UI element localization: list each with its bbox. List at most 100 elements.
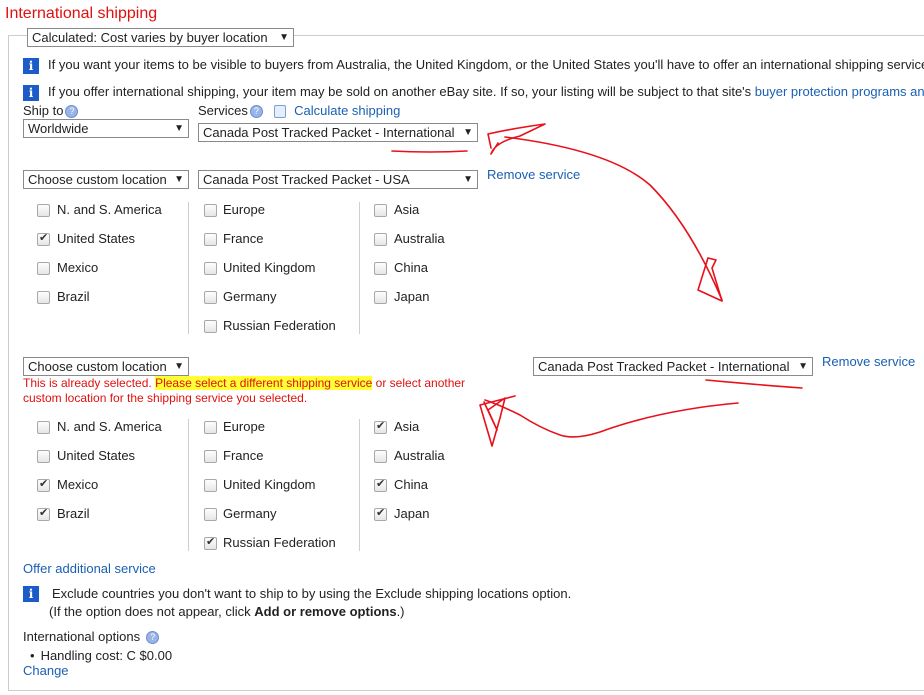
ship-to-select[interactable]: Worldwide ▼ xyxy=(23,119,189,138)
services-text: Services xyxy=(198,103,248,118)
location-label: France xyxy=(223,448,264,463)
location-label: Russian Federation xyxy=(223,535,336,550)
column-divider xyxy=(359,419,360,551)
location-checkbox[interactable] xyxy=(37,204,50,217)
location-label: United States xyxy=(57,448,136,463)
handling-cost-text: Handling cost: C $0.00 xyxy=(40,648,173,663)
info-icon: i xyxy=(23,58,39,74)
info-text-buyer-protection: If you offer international shipping, you… xyxy=(48,84,924,99)
service-value: Canada Post Tracked Packet - Internation… xyxy=(203,125,455,140)
location-label: Mexico xyxy=(57,260,99,275)
location-checkbox[interactable] xyxy=(204,320,217,333)
location-label: Brazil xyxy=(57,506,90,521)
location-checkbox[interactable] xyxy=(204,233,217,246)
exclude-text: Exclude countries you don't want to ship… xyxy=(52,586,572,601)
location-checkbox[interactable] xyxy=(374,477,387,492)
location-label: Japan xyxy=(394,506,430,521)
location-checkbox[interactable] xyxy=(204,479,217,492)
help-icon[interactable]: ? xyxy=(249,105,263,119)
location-checkbox[interactable] xyxy=(37,450,50,463)
chevron-down-icon: ▼ xyxy=(279,32,289,43)
location-checkbox[interactable] xyxy=(37,262,50,275)
bullet: • xyxy=(30,648,35,663)
location-label: Germany xyxy=(223,506,277,521)
change-link[interactable]: Change xyxy=(23,663,69,678)
location-checkbox[interactable] xyxy=(37,477,50,492)
section-title: International shipping xyxy=(5,5,158,22)
location-checkbox[interactable] xyxy=(37,421,50,434)
custom-location-select-3[interactable]: Choose custom location ▼ xyxy=(23,357,189,376)
info-icon: i xyxy=(23,586,39,602)
custom-location-value: Choose custom location xyxy=(28,172,167,187)
location-checkbox[interactable] xyxy=(204,291,217,304)
buyer-protection-link[interactable]: buyer protection programs and xyxy=(755,84,924,99)
info-text-visibility: If you want your items to be visible to … xyxy=(48,57,924,72)
ship-to-text: Ship to xyxy=(23,103,64,118)
custom-location-value: Choose custom location xyxy=(28,359,167,374)
location-checkbox[interactable] xyxy=(374,204,387,217)
location-checkbox[interactable] xyxy=(204,204,217,217)
ship-to-value: Worldwide xyxy=(28,121,89,136)
calculate-shipping-link[interactable]: Calculate shipping xyxy=(294,103,400,118)
chevron-down-icon: ▼ xyxy=(174,174,184,185)
info-icon: i xyxy=(23,85,39,101)
location-checkbox[interactable] xyxy=(374,233,387,246)
location-label: United States xyxy=(57,231,136,246)
service-select-1[interactable]: Canada Post Tracked Packet - Internation… xyxy=(198,123,478,142)
service-select-3[interactable]: Canada Post Tracked Packet - Internation… xyxy=(533,357,813,376)
location-checkbox[interactable] xyxy=(374,291,387,304)
ship-to-label: Ship to? xyxy=(23,103,79,119)
error-highlighted-text: Please select a different shipping servi… xyxy=(155,376,373,390)
error-text: or select another xyxy=(375,376,466,390)
international-options-label: International options? xyxy=(23,629,160,645)
remove-service-link[interactable]: Remove service xyxy=(487,167,580,182)
location-label: N. and S. America xyxy=(57,202,162,217)
chevron-down-icon: ▼ xyxy=(463,127,473,138)
location-checkbox[interactable] xyxy=(374,419,387,434)
error-text: custom location for the shipping service… xyxy=(23,391,308,405)
location-checkbox[interactable] xyxy=(204,535,217,550)
exclude-hint-text: (If the option does not appear, click xyxy=(49,604,251,619)
offer-additional-service-link[interactable]: Offer additional service xyxy=(23,561,156,576)
location-label: Australia xyxy=(394,231,445,246)
location-label: Russian Federation xyxy=(223,318,336,333)
service-value: Canada Post Tracked Packet - Internation… xyxy=(538,359,790,374)
cost-type-select[interactable]: Calculated: Cost varies by buyer locatio… xyxy=(27,28,294,47)
custom-location-select-2[interactable]: Choose custom location ▼ xyxy=(23,170,189,189)
location-checkbox[interactable] xyxy=(37,291,50,304)
error-message: This is already selected. Please select … xyxy=(23,376,523,406)
help-icon[interactable]: ? xyxy=(65,105,79,119)
location-checkbox[interactable] xyxy=(37,231,50,246)
location-checkbox[interactable] xyxy=(374,262,387,275)
column-divider xyxy=(188,419,189,551)
location-label: Europe xyxy=(223,419,265,434)
chevron-down-icon: ▼ xyxy=(798,361,808,372)
location-label: Germany xyxy=(223,289,277,304)
location-label: Brazil xyxy=(57,289,90,304)
column-divider xyxy=(188,202,189,334)
service-select-2[interactable]: Canada Post Tracked Packet - USA ▼ xyxy=(198,170,478,189)
services-label: Services? Calculate shipping xyxy=(198,103,400,119)
location-label: Japan xyxy=(394,289,430,304)
calculator-icon xyxy=(274,105,287,119)
exclude-hint: (If the option does not appear, click Ad… xyxy=(49,604,405,619)
info-text: If you offer international shipping, you… xyxy=(48,84,752,99)
help-icon[interactable]: ? xyxy=(146,631,160,645)
location-label: Asia xyxy=(394,419,420,434)
location-checkbox[interactable] xyxy=(204,262,217,275)
location-label: Mexico xyxy=(57,477,99,492)
location-checkbox[interactable] xyxy=(204,508,217,521)
location-label: France xyxy=(223,231,264,246)
column-divider xyxy=(359,202,360,334)
location-checkbox[interactable] xyxy=(204,450,217,463)
chevron-down-icon: ▼ xyxy=(174,123,184,134)
location-label: Asia xyxy=(394,202,420,217)
location-checkbox[interactable] xyxy=(374,506,387,521)
location-checkbox[interactable] xyxy=(204,421,217,434)
service-value: Canada Post Tracked Packet - USA xyxy=(203,172,410,187)
handling-cost-item: • Handling cost: C $0.00 xyxy=(30,648,172,663)
location-checkbox[interactable] xyxy=(37,506,50,521)
exclude-hint-text: .) xyxy=(396,604,405,619)
remove-service-link[interactable]: Remove service xyxy=(822,354,915,369)
location-checkbox[interactable] xyxy=(374,450,387,463)
